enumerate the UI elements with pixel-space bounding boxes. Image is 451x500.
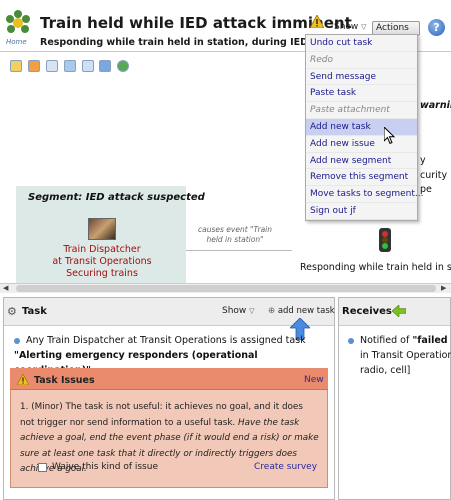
create-survey-link[interactable]: Create survey	[254, 462, 317, 472]
bullet-icon	[348, 337, 354, 344]
menu-item-add-new-task[interactable]: Add new task	[306, 118, 417, 136]
receives-item: Notified of "failed to e in Transit Oper…	[348, 333, 451, 378]
actions-label: Actions	[376, 23, 409, 33]
show-label: Show	[334, 22, 359, 32]
partial-text: curity	[420, 170, 448, 181]
task-label-line3: Securing trains	[66, 268, 138, 279]
receives-line2: in Transit Operations	[360, 350, 451, 361]
table-icon[interactable]	[81, 60, 94, 72]
zoom-icon[interactable]	[45, 60, 58, 72]
flow-label[interactable]: causes event "Train held in station"	[190, 225, 280, 245]
task-label-line2: at Transit Operations	[52, 256, 152, 267]
scrollbar-thumb[interactable]	[16, 285, 436, 292]
task-photo-icon[interactable]	[88, 218, 116, 240]
mouse-cursor-icon	[384, 127, 396, 145]
page-subtitle: Responding while train held in station, …	[40, 37, 306, 48]
warning-icon	[17, 374, 29, 385]
menu-item-sign-out-jf[interactable]: Sign out jf	[306, 203, 417, 220]
receives-flow-name[interactable]: "failed to e	[412, 335, 451, 346]
show-menu-button[interactable]: Show ▽	[334, 22, 367, 32]
task-panel-title: Task	[22, 306, 47, 317]
home-link[interactable]: Home	[6, 38, 27, 46]
menu-item-paste-attachment: Paste attachment	[306, 102, 417, 119]
grid-icon[interactable]	[63, 60, 76, 72]
waive-label: Waive this kind of issue	[52, 462, 158, 472]
menu-item-send-message[interactable]: Send message	[306, 69, 417, 86]
scroll-right-icon[interactable]: ▶	[441, 284, 446, 292]
canvas-toolbar	[10, 60, 132, 76]
actions-dropdown-menu: Undo cut task Redo Send message Paste task P…	[305, 34, 423, 221]
issue-number: 1.	[20, 402, 29, 412]
traffic-light-icon[interactable]	[379, 228, 391, 252]
partial-text: y	[420, 155, 426, 166]
receives-line3: radio, cell]	[360, 365, 411, 376]
menu-item-add-new-issue[interactable]: Add new issue	[306, 136, 417, 153]
flow-arrow[interactable]	[186, 250, 292, 251]
add-icon: ⊕	[268, 306, 278, 316]
menu-item-undo-cut-task[interactable]: Undo cut task	[306, 35, 417, 52]
green-arrow-icon	[392, 305, 406, 317]
receives-panel	[338, 297, 451, 500]
add-new-task-button[interactable]: ⊕ add new task	[268, 306, 335, 316]
gear-icon[interactable]: ⚙	[7, 305, 17, 318]
layout-icon[interactable]	[27, 60, 40, 72]
help-icon[interactable]: ?	[428, 19, 445, 36]
chevron-down-icon: ▽	[249, 307, 255, 315]
menu-item-move-tasks-to-segment[interactable]: Move tasks to segment...	[306, 186, 423, 203]
task-issues-title: Task Issues	[34, 375, 95, 386]
menu-item-paste-task[interactable]: Paste task	[306, 85, 417, 103]
task-label-line1: Train Dispatcher	[63, 244, 141, 255]
page-title: Train held while IED attack imminent	[40, 14, 352, 32]
waive-checkbox[interactable]	[38, 463, 47, 472]
list-icon[interactable]	[99, 60, 112, 72]
new-issue-link[interactable]: New	[304, 375, 324, 385]
warning-icon	[310, 15, 324, 28]
task-show-button[interactable]: Show ▽	[222, 306, 255, 316]
show-label: Show	[222, 306, 247, 316]
add-new-task-label: add new task	[277, 306, 335, 316]
zoom-fit-icon[interactable]	[10, 60, 22, 72]
chevron-down-icon: ▽	[361, 23, 367, 31]
segment-title: Segment: IED attack suspected	[28, 192, 205, 203]
bullet-icon	[14, 337, 20, 344]
partial-segment-title: warnin	[420, 100, 451, 111]
help-small-icon[interactable]	[117, 60, 130, 72]
scroll-left-icon[interactable]: ◀	[3, 284, 8, 292]
task-node-label[interactable]: Train Dispatcher at Transit Operations S…	[22, 244, 182, 280]
task-desc-prefix: Any Train Dispatcher at Transit Operatio…	[26, 335, 306, 346]
menu-item-remove-this-segment[interactable]: Remove this segment	[306, 169, 417, 187]
receives-prefix: Notified of	[360, 335, 413, 346]
receives-panel-title: Receives	[342, 306, 392, 317]
menu-item-add-new-segment[interactable]: Add new segment	[306, 153, 417, 170]
event-node-label[interactable]: Responding while train held in st	[300, 262, 451, 273]
menu-item-redo: Redo	[306, 52, 417, 69]
